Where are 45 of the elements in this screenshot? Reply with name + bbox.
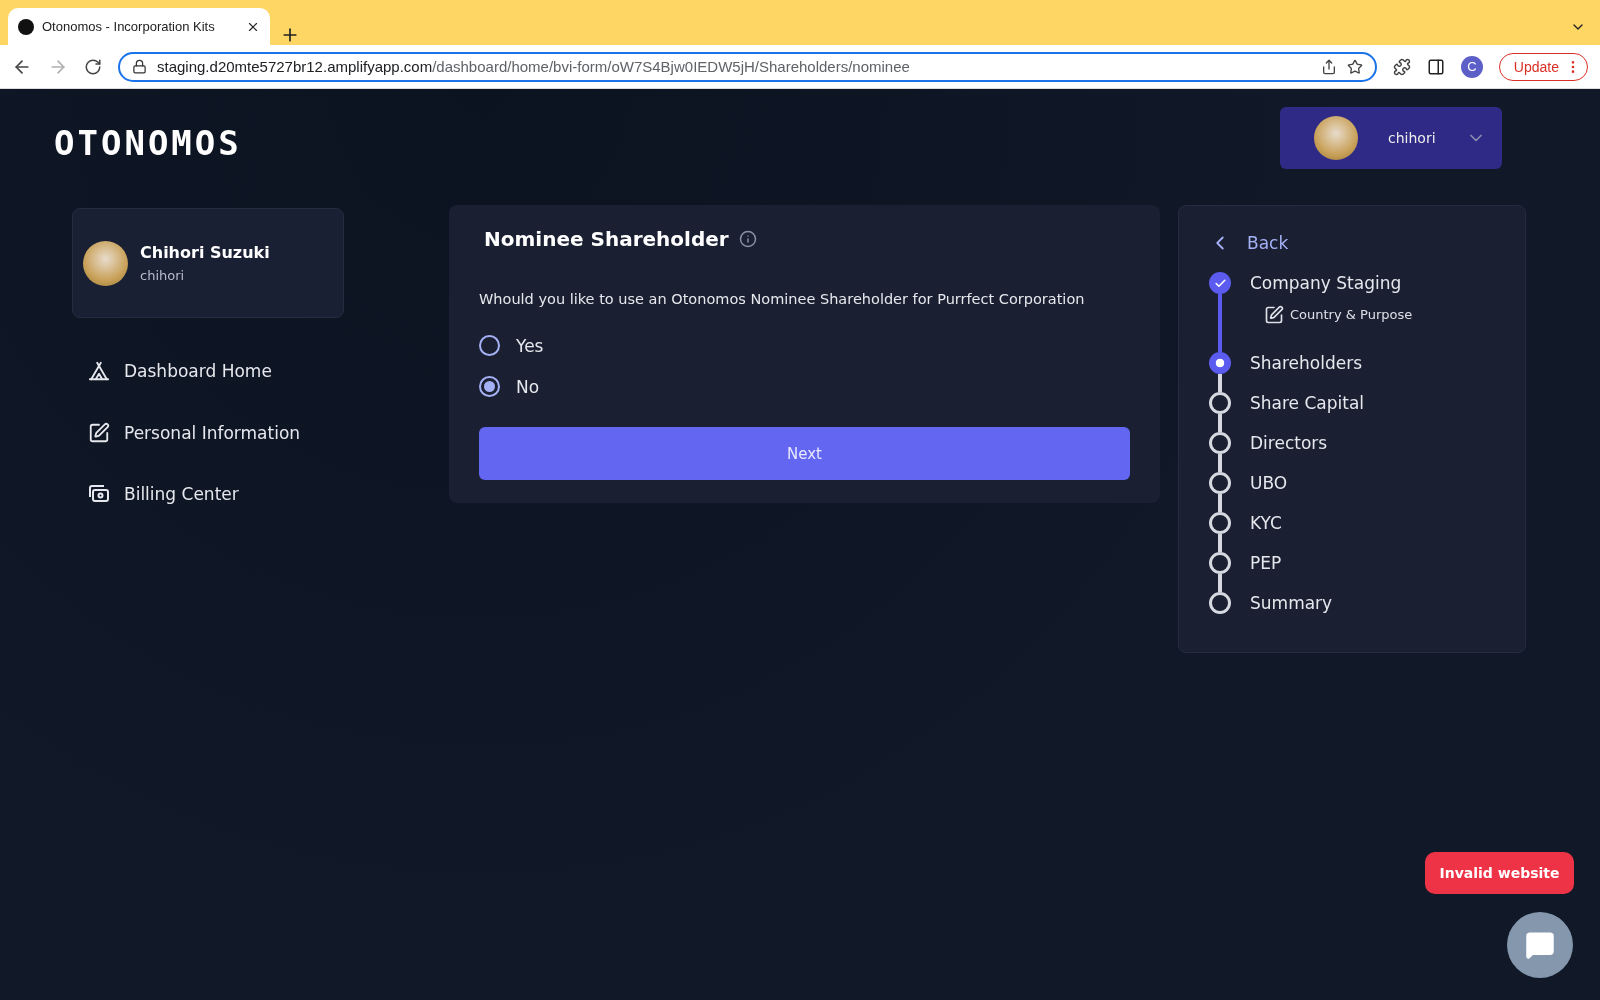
step-label[interactable]: Company Staging <box>1250 273 1402 293</box>
edit-icon <box>88 422 110 444</box>
tent-icon <box>88 360 110 382</box>
money-icon <box>88 484 110 504</box>
lock-icon <box>132 59 147 74</box>
nav-link[interactable]: Personal Information <box>88 422 420 444</box>
logo-text: OTONOMOS <box>54 123 243 163</box>
next-button[interactable]: Next <box>479 427 1130 480</box>
radio-option[interactable]: Yes <box>479 335 1130 356</box>
step-label[interactable]: KYC <box>1250 513 1282 533</box>
user-menu[interactable]: chihori <box>1280 107 1502 169</box>
step-label[interactable]: UBO <box>1250 473 1288 493</box>
update-button[interactable]: Update <box>1498 52 1588 81</box>
edit-icon <box>1264 305 1284 325</box>
avatar-placeholder <box>1314 116 1358 160</box>
step-label[interactable]: Directors <box>1250 433 1328 453</box>
address-bar[interactable]: staging.d20mte5727br12.amplifyapp.com/dashboard/home/bvi-form/oW7S4Bjw0IEDW5jH/Shareholders/nominee <box>118 51 1377 82</box>
share-icon[interactable] <box>1320 58 1337 75</box>
radio-button[interactable] <box>479 376 500 397</box>
profile-name: Chihori Suzuki <box>140 243 270 262</box>
info-icon[interactable] <box>738 230 757 248</box>
side-panel-icon[interactable] <box>1426 57 1445 76</box>
chat-bubble-icon <box>1525 930 1555 960</box>
step-label[interactable]: PEP <box>1250 553 1282 573</box>
profile-handle: chihori <box>140 268 186 283</box>
radio-button[interactable] <box>479 335 500 356</box>
question-text: Whould you like to use an Otonomos Nominee Shareholder for Purrfect Corporation <box>479 291 1086 307</box>
radio-option[interactable]: No <box>479 376 1130 397</box>
step-label[interactable]: Shareholders <box>1250 353 1363 373</box>
profile-avatar[interactable]: C <box>1460 55 1483 78</box>
nav-link[interactable]: Dashboard Home <box>88 360 420 382</box>
error-toast: Invalid website <box>1425 852 1574 894</box>
avatar-placeholder <box>83 240 128 286</box>
step-label[interactable]: Summary <box>1250 593 1333 613</box>
browser-tab[interactable]: Otonomos - Incorporation Kits <box>8 8 270 45</box>
form-title: Nominee Shareholder <box>484 227 729 251</box>
reload-button[interactable] <box>84 57 102 76</box>
nav-link[interactable]: Billing Center <box>88 484 420 504</box>
back-link[interactable]: Back <box>1209 232 1525 254</box>
url-text: staging.d20mte5727br12.amplifyapp.com/dashboard/home/bvi-form/oW7S4Bjw0IEDW5jH/Shareholders/nominee <box>157 58 911 75</box>
puzzle-icon[interactable] <box>1392 57 1411 76</box>
sub-step-link[interactable]: Country & Purpose <box>1264 304 1525 326</box>
step-label[interactable]: Share Capital <box>1250 393 1365 413</box>
favicon-icon <box>18 18 34 35</box>
bookmark-star-icon[interactable] <box>1346 58 1363 75</box>
